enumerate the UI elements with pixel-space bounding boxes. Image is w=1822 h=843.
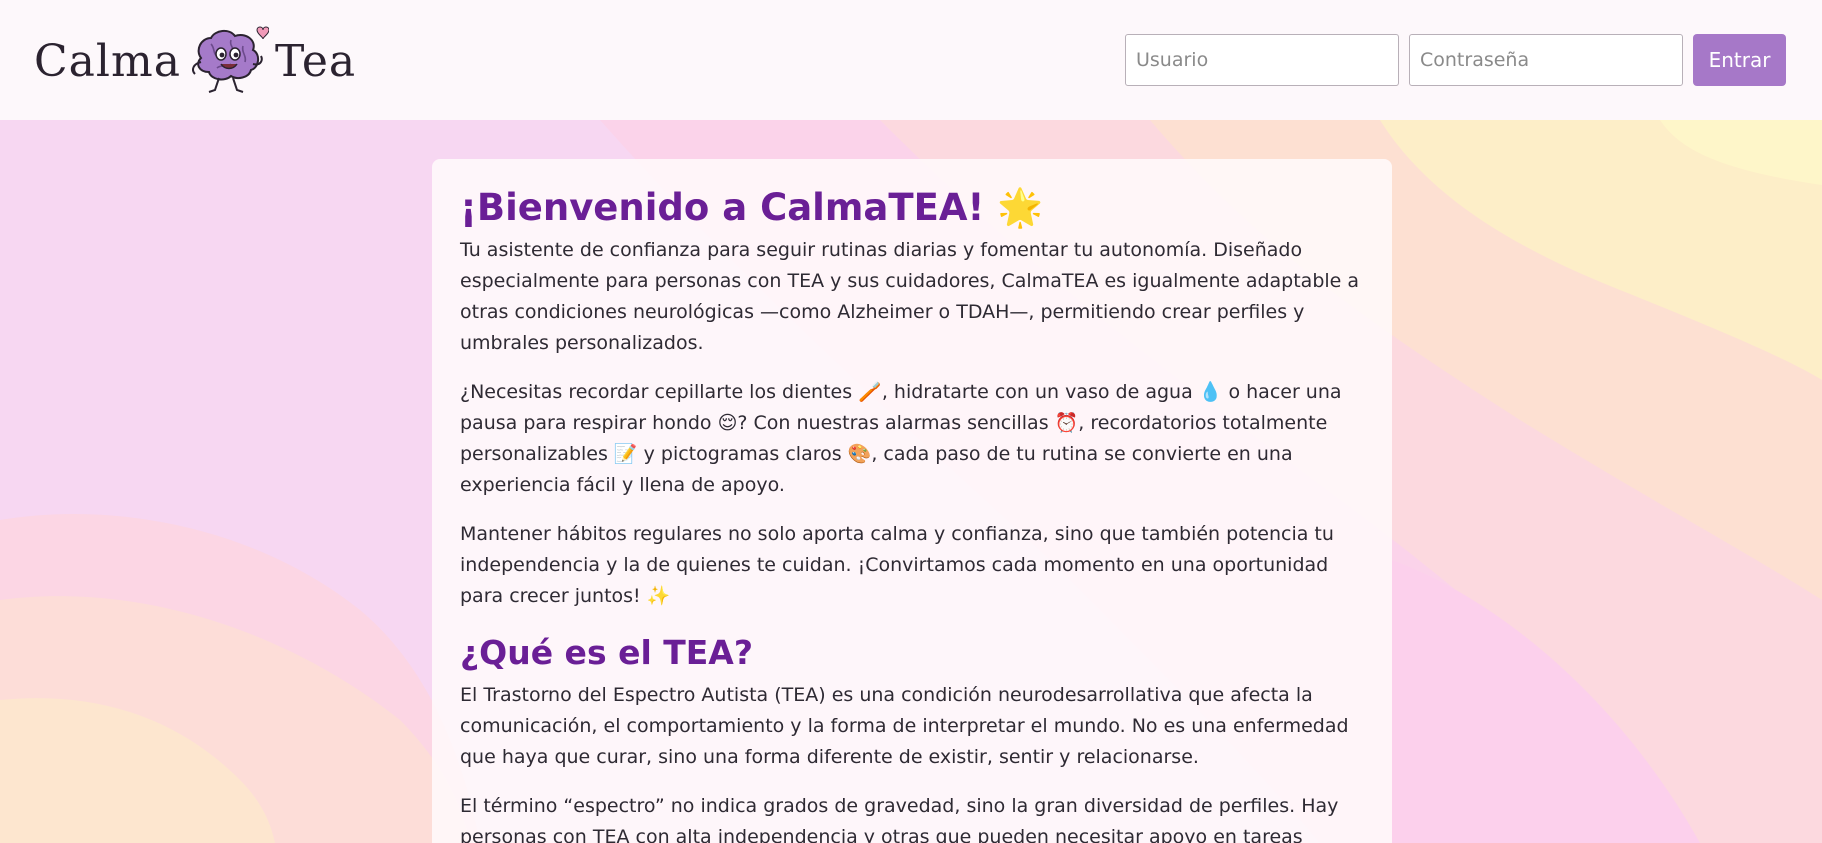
tea-paragraph: El Trastorno del Espectro Autista (TEA) … bbox=[460, 684, 1349, 768]
tea-section-title: ¿Qué es el TEA? bbox=[460, 633, 753, 672]
tea-paragraph: El término “espectro” no indica grados d… bbox=[460, 795, 1339, 843]
welcome-paragraph: Mantener hábitos regulares no solo aport… bbox=[460, 523, 1334, 607]
brain-mascot-icon bbox=[191, 26, 269, 93]
login-form: Entrar bbox=[1125, 34, 1786, 86]
login-button[interactable]: Entrar bbox=[1693, 34, 1786, 86]
welcome-title: ¡Bienvenido a CalmaTEA! 🌟 bbox=[460, 186, 1044, 229]
calmatea-logo[interactable]: Calma Tea bbox=[34, 26, 356, 96]
intro-card: ¡Bienvenido a CalmaTEA! 🌟 Tu asistente d… bbox=[432, 159, 1392, 843]
logo-word-left: Calma bbox=[34, 35, 181, 87]
top-header: Calma Tea Entrar bbox=[0, 0, 1822, 120]
username-input[interactable] bbox=[1125, 34, 1399, 86]
password-input[interactable] bbox=[1409, 34, 1683, 86]
logo-word-right: Tea bbox=[274, 35, 357, 87]
welcome-paragraph: Tu asistente de confianza para seguir ru… bbox=[460, 239, 1360, 354]
welcome-paragraph: ¿Necesitas recordar cepillarte los dient… bbox=[460, 381, 1342, 496]
